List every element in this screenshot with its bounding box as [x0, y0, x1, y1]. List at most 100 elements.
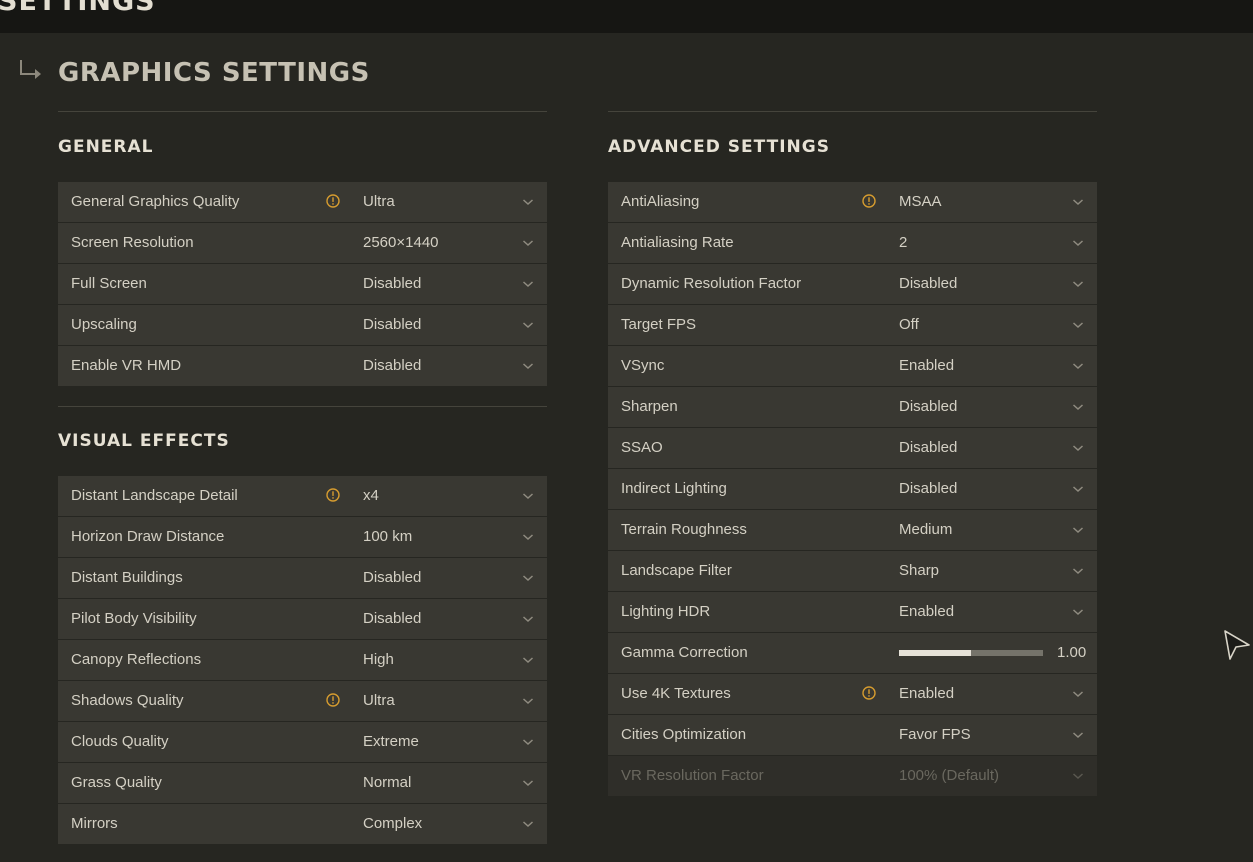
setting-label: Pilot Body Visibility — [71, 610, 197, 627]
chevron-down-icon[interactable] — [1072, 525, 1084, 535]
setting-row-dynamic-resolution-factor[interactable]: Dynamic Resolution Factor Disabled — [608, 264, 1097, 304]
page-title: GRAPHICS SETTINGS — [58, 58, 370, 88]
chevron-down-icon[interactable] — [522, 532, 534, 542]
setting-row-grass-quality[interactable]: Grass Quality Normal — [58, 763, 547, 803]
chevron-down-icon[interactable] — [522, 238, 534, 248]
chevron-down-icon[interactable] — [522, 197, 534, 207]
chevron-down-icon[interactable] — [1072, 361, 1084, 371]
setting-label: Indirect Lighting — [621, 480, 727, 497]
setting-row-vsync[interactable]: VSync Enabled — [608, 346, 1097, 386]
setting-row-distant-buildings[interactable]: Distant Buildings Disabled — [58, 558, 547, 598]
setting-row-clouds-quality[interactable]: Clouds Quality Extreme — [58, 722, 547, 762]
setting-value[interactable]: Disabled — [363, 264, 421, 304]
divider — [58, 406, 547, 407]
chevron-down-icon[interactable] — [522, 320, 534, 330]
chevron-down-icon[interactable] — [1072, 402, 1084, 412]
setting-label: Dynamic Resolution Factor — [621, 275, 802, 292]
setting-row-enable-vr-hmd[interactable]: Enable VR HMD Disabled — [58, 346, 547, 386]
setting-value[interactable]: x4 — [363, 476, 379, 516]
chevron-down-icon[interactable] — [522, 737, 534, 747]
chevron-down-icon[interactable] — [1072, 443, 1084, 453]
setting-value[interactable]: Enabled — [899, 592, 954, 632]
setting-row-general-graphics-quality[interactable]: General Graphics Quality Ultra — [58, 182, 547, 222]
chevron-down-icon[interactable] — [522, 361, 534, 371]
general-settings-list: General Graphics Quality Ultra Screen Reso… — [58, 182, 547, 387]
chevron-down-icon[interactable] — [1072, 689, 1084, 699]
setting-value[interactable]: Disabled — [899, 264, 957, 304]
setting-row-ssao[interactable]: SSAO Disabled — [608, 428, 1097, 468]
setting-value[interactable]: High — [363, 640, 394, 680]
setting-value[interactable]: Enabled — [899, 346, 954, 386]
setting-row-horizon-draw-distance[interactable]: Horizon Draw Distance 100 km — [58, 517, 547, 557]
chevron-down-icon[interactable] — [522, 573, 534, 583]
section-title-visual-effects: VISUAL EFFECTS — [58, 431, 230, 451]
setting-value[interactable]: Enabled — [899, 674, 954, 714]
setting-value[interactable]: Disabled — [899, 428, 957, 468]
setting-label: Use 4K Textures — [621, 685, 731, 702]
setting-row-shadows-quality[interactable]: Shadows Quality Ultra — [58, 681, 547, 721]
setting-row-full-screen[interactable]: Full Screen Disabled — [58, 264, 547, 304]
setting-value[interactable]: Normal — [363, 763, 411, 803]
setting-label: SSAO — [621, 439, 663, 456]
chevron-down-icon[interactable] — [1072, 566, 1084, 576]
setting-row-target-fps[interactable]: Target FPS Off — [608, 305, 1097, 345]
setting-value[interactable]: Ultra — [363, 182, 395, 222]
setting-row-landscape-filter[interactable]: Landscape Filter Sharp — [608, 551, 1097, 591]
advanced-settings-list: AntiAliasing MSAA Antialiasing Rate 2 Dynami… — [608, 182, 1097, 797]
setting-row-use-4k-textures[interactable]: Use 4K Textures Enabled — [608, 674, 1097, 714]
setting-value[interactable]: Disabled — [363, 305, 421, 345]
setting-value[interactable]: Favor FPS — [899, 715, 971, 755]
chevron-down-icon[interactable] — [1072, 771, 1084, 781]
setting-value[interactable]: Medium — [899, 510, 952, 550]
divider — [608, 111, 1097, 112]
chevron-down-icon[interactable] — [1072, 320, 1084, 330]
setting-value[interactable]: Disabled — [899, 387, 957, 427]
setting-value[interactable]: MSAA — [899, 182, 942, 222]
chevron-down-icon[interactable] — [1072, 730, 1084, 740]
setting-value[interactable]: 100% (Default) — [899, 756, 999, 796]
chevron-down-icon[interactable] — [522, 491, 534, 501]
setting-value[interactable]: Ultra — [363, 681, 395, 721]
chevron-down-icon[interactable] — [522, 614, 534, 624]
setting-value[interactable]: Disabled — [363, 346, 421, 386]
setting-row-pilot-body-visibility[interactable]: Pilot Body Visibility Disabled — [58, 599, 547, 639]
setting-row-antialiasing[interactable]: AntiAliasing MSAA — [608, 182, 1097, 222]
setting-value[interactable]: 2 — [899, 223, 907, 263]
setting-row-screen-resolution[interactable]: Screen Resolution 2560×1440 — [58, 223, 547, 263]
setting-row-upscaling[interactable]: Upscaling Disabled — [58, 305, 547, 345]
setting-row-gamma-correction[interactable]: Gamma Correction 1.00 — [608, 633, 1097, 673]
setting-row-cities-optimization[interactable]: Cities Optimization Favor FPS — [608, 715, 1097, 755]
setting-row-terrain-roughness[interactable]: Terrain Roughness Medium — [608, 510, 1097, 550]
gamma-slider[interactable] — [899, 650, 1043, 656]
setting-row-mirrors[interactable]: Mirrors Complex — [58, 804, 547, 844]
chevron-down-icon[interactable] — [522, 655, 534, 665]
setting-row-antialiasing-rate[interactable]: Antialiasing Rate 2 — [608, 223, 1097, 263]
chevron-down-icon[interactable] — [1072, 484, 1084, 494]
setting-value[interactable]: Disabled — [363, 558, 421, 598]
warning-icon — [326, 488, 340, 502]
setting-value[interactable]: Complex — [363, 804, 422, 844]
chevron-down-icon[interactable] — [1072, 279, 1084, 289]
setting-value[interactable]: Disabled — [899, 469, 957, 509]
chevron-down-icon[interactable] — [522, 819, 534, 829]
return-arrow-icon[interactable] — [18, 58, 44, 82]
setting-label: Mirrors — [71, 815, 118, 832]
chevron-down-icon[interactable] — [522, 279, 534, 289]
setting-value[interactable]: 2560×1440 — [363, 223, 439, 263]
setting-value[interactable]: Off — [899, 305, 919, 345]
chevron-down-icon[interactable] — [1072, 607, 1084, 617]
setting-value[interactable]: Extreme — [363, 722, 419, 762]
chevron-down-icon[interactable] — [1072, 197, 1084, 207]
setting-value[interactable]: 100 km — [363, 517, 412, 557]
setting-row-distant-landscape-detail[interactable]: Distant Landscape Detail x4 — [58, 476, 547, 516]
setting-row-sharpen[interactable]: Sharpen Disabled — [608, 387, 1097, 427]
chevron-down-icon[interactable] — [522, 696, 534, 706]
setting-value[interactable]: Sharp — [899, 551, 939, 591]
chevron-down-icon[interactable] — [522, 778, 534, 788]
slider-value: 1.00 — [1057, 644, 1087, 661]
setting-row-indirect-lighting[interactable]: Indirect Lighting Disabled — [608, 469, 1097, 509]
setting-value[interactable]: Disabled — [363, 599, 421, 639]
setting-row-canopy-reflections[interactable]: Canopy Reflections High — [58, 640, 547, 680]
setting-row-lighting-hdr[interactable]: Lighting HDR Enabled — [608, 592, 1097, 632]
chevron-down-icon[interactable] — [1072, 238, 1084, 248]
